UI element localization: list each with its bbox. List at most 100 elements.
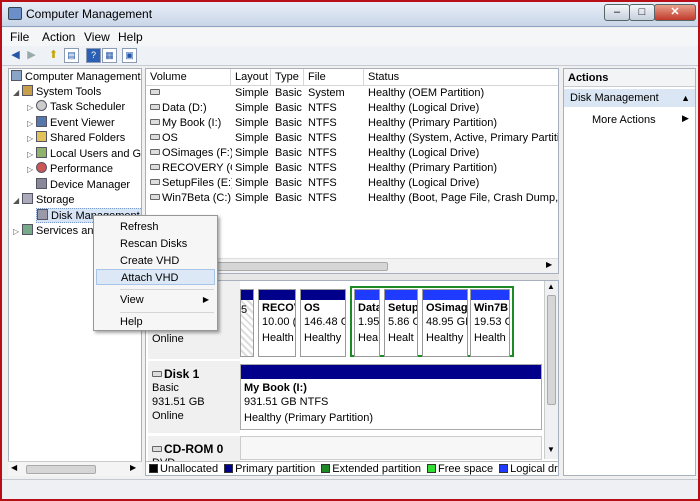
- actions-section-disk-management[interactable]: Disk Management ▲: [564, 89, 695, 107]
- menu-item-view[interactable]: View ▶: [96, 292, 215, 308]
- scroll-thumb[interactable]: [547, 295, 556, 405]
- legend-swatch-unallocated: [149, 464, 158, 473]
- tree-item-task-scheduler[interactable]: ▷ Task Scheduler: [27, 100, 125, 115]
- help-icon[interactable]: ?: [86, 48, 101, 63]
- table-row[interactable]: RECOVERY (G:)SimpleBasicNTFSHealthy (Pri…: [146, 161, 558, 176]
- expand-arrow-icon[interactable]: ▷: [27, 131, 36, 146]
- scroll-down-icon[interactable]: ▼: [547, 445, 555, 454]
- collapse-arrow-icon[interactable]: ◢: [13, 85, 22, 100]
- collapse-arrow-icon[interactable]: ◢: [13, 193, 22, 208]
- cdrom-label: CD-ROM 0: [164, 442, 224, 456]
- tree-item-system-tools[interactable]: ◢ System Tools: [13, 85, 101, 100]
- disk-map-vertical-scrollbar[interactable]: ▲ ▼: [544, 281, 558, 459]
- menu-bar: File Action View Help: [2, 28, 698, 46]
- expand-arrow-icon[interactable]: ▷: [27, 147, 36, 162]
- tree-item-services[interactable]: ▷ Services and: [13, 224, 100, 239]
- tools-icon: [22, 85, 33, 96]
- column-header-volume[interactable]: Volume: [146, 69, 231, 86]
- menu-help[interactable]: Help: [118, 30, 143, 44]
- column-header-file-system[interactable]: File System: [304, 69, 364, 99]
- menu-item-create-vhd[interactable]: Create VHD: [96, 253, 215, 269]
- scroll-up-icon[interactable]: ▲: [547, 282, 555, 291]
- tree-item-performance[interactable]: ▷ Performance: [27, 162, 113, 177]
- partition-setupfiles[interactable]: Setup 5.86 G Healt: [384, 289, 418, 357]
- window-title: Computer Management: [26, 7, 153, 21]
- up-folder-icon[interactable]: ⬆: [46, 48, 61, 63]
- table-row[interactable]: Win7Beta (C:) Simple Basic NTFS Healthy (Boo…: [146, 191, 558, 206]
- disk1-info[interactable]: Disk 1 Basic 931.51 GB Online: [148, 361, 240, 433]
- menu-item-help[interactable]: Help: [96, 314, 215, 330]
- partition-osimages[interactable]: OSimag 48.95 GI Healthy: [422, 289, 468, 357]
- table-row[interactable]: OSimages (F:) Simple Basic NTFS Healthy (Log…: [146, 146, 558, 161]
- collapse-up-icon[interactable]: ▲: [681, 89, 690, 107]
- tree-horizontal-scrollbar[interactable]: ◀ ▶: [8, 461, 142, 476]
- drive-icon: [150, 194, 160, 200]
- scroll-right-icon[interactable]: ▶: [546, 260, 552, 269]
- scroll-left-icon[interactable]: ◀: [11, 463, 17, 472]
- actions-pane: Actions Disk Management ▲ More Actions ▶: [563, 68, 696, 476]
- users-icon: [36, 147, 47, 158]
- menu-item-attach-vhd[interactable]: Attach VHD: [96, 269, 215, 285]
- cdrom-info[interactable]: CD-ROM 0 DVD: [148, 436, 240, 469]
- scroll-right-icon[interactable]: ▶: [130, 463, 136, 472]
- computer-management-window: Computer Management – □ ✕ File Action Vi…: [0, 0, 700, 501]
- menu-separator: [120, 312, 214, 313]
- disk1-size: 931.51 GB: [152, 396, 205, 408]
- more-actions-link[interactable]: More Actions: [592, 113, 656, 128]
- table-row[interactable]: SetupFiles (E:) Simple Basic NTFS Healthy (L…: [146, 176, 558, 191]
- tree-item-device-manager[interactable]: Device Manager: [36, 178, 130, 193]
- menu-item-rescan-disks[interactable]: Rescan Disks: [96, 236, 215, 252]
- legend-swatch-free: [427, 464, 437, 473]
- expand-arrow-icon[interactable]: ▷: [27, 100, 36, 115]
- partition-data[interactable]: Data 1.95 Hea: [354, 289, 380, 357]
- legend-swatch-extended: [321, 464, 331, 473]
- tree-item-local-users[interactable]: ▷ Local Users and Gr: [27, 147, 141, 162]
- cdrom-media-area[interactable]: [240, 436, 542, 460]
- menu-item-refresh[interactable]: Refresh: [96, 219, 215, 235]
- forward-arrow-icon[interactable]: ▶: [24, 48, 39, 63]
- show-hide-tree-icon[interactable]: ▤: [64, 48, 79, 63]
- table-row[interactable]: OS Simple Basic NTFS Healthy (System, Active…: [146, 131, 558, 146]
- expand-arrow-icon[interactable]: ▷: [27, 116, 36, 131]
- partition-os[interactable]: OS 146.48 GI Healthy (: [300, 289, 346, 357]
- tree-item-event-viewer[interactable]: ▷ Event Viewer: [27, 116, 115, 131]
- close-button[interactable]: ✕: [654, 4, 696, 21]
- tree-item-computer-management[interactable]: Computer Management: [11, 70, 141, 85]
- cdrom-icon: [152, 446, 162, 452]
- partition-mybook[interactable]: My Book (I:) 931.51 GB NTFS Healthy (Pri…: [240, 364, 542, 430]
- maximize-button[interactable]: □: [629, 4, 655, 21]
- column-header-status[interactable]: Status: [364, 69, 558, 86]
- minimize-button[interactable]: –: [604, 4, 630, 21]
- table-row[interactable]: Data (D:) Simple Basic NTFS Healthy (Logical…: [146, 101, 558, 116]
- back-arrow-icon[interactable]: ◀: [8, 48, 23, 63]
- disk-legend: Unallocated Primary partition Extended p…: [146, 461, 558, 475]
- drive-icon: [150, 179, 160, 185]
- column-header-type[interactable]: Type: [271, 69, 304, 86]
- menu-separator: [120, 289, 214, 290]
- services-icon: [22, 224, 33, 235]
- actions-title: Actions: [564, 69, 695, 87]
- menu-view[interactable]: View: [84, 30, 110, 44]
- drive-icon: [150, 89, 160, 95]
- table-row[interactable]: My Book (I:) Simple Basic NTFS Healthy (Prim…: [146, 116, 558, 131]
- status-bar: [2, 479, 698, 499]
- drive-icon: [150, 149, 160, 155]
- scroll-thumb[interactable]: [26, 465, 96, 474]
- menu-file[interactable]: File: [10, 30, 29, 44]
- drive-icon: [150, 104, 160, 110]
- tree-item-shared-folders[interactable]: ▷ Shared Folders: [27, 131, 125, 146]
- partition-recovery[interactable]: RECOV 10.00 ( Health: [258, 289, 296, 357]
- disk0-status: Online: [152, 333, 184, 345]
- expand-arrow-icon[interactable]: ▷: [13, 224, 22, 239]
- tree-item-storage[interactable]: ◢ Storage: [13, 193, 75, 208]
- table-row[interactable]: Simple Basic Healthy (OEM Partition): [146, 86, 558, 101]
- menu-action[interactable]: Action: [42, 30, 75, 44]
- computer-icon: [11, 70, 22, 81]
- partition-win7beta[interactable]: Win7B 19.53 G Health: [470, 289, 510, 357]
- expand-arrow-icon[interactable]: ▷: [27, 162, 36, 177]
- partition-oem[interactable]: 5: [240, 289, 254, 357]
- export-list-icon[interactable]: ▣: [122, 48, 137, 63]
- properties-icon[interactable]: ▦: [102, 48, 117, 63]
- submenu-arrow-icon: ▶: [202, 295, 209, 304]
- column-header-layout[interactable]: Layout: [231, 69, 271, 86]
